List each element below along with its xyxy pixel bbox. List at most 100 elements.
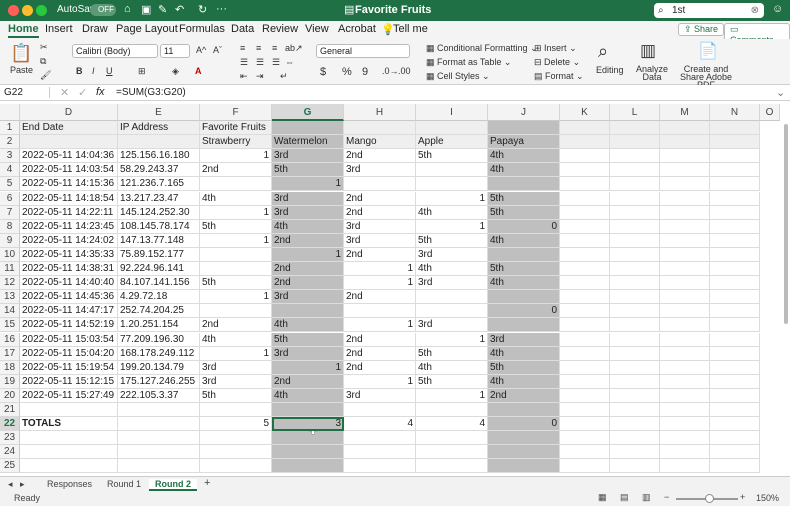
- orientation-icon[interactable]: ab↗: [285, 43, 303, 54]
- cell[interactable]: [20, 135, 118, 150]
- cell[interactable]: 1: [200, 233, 272, 248]
- align-right-icon[interactable]: ☰: [272, 57, 280, 68]
- cell[interactable]: 2022-05-11 14:03:54: [20, 163, 118, 178]
- tab-insert[interactable]: Insert: [45, 23, 73, 35]
- cell[interactable]: 5th: [416, 233, 488, 248]
- cell[interactable]: [20, 431, 118, 446]
- bold-button[interactable]: B: [76, 66, 83, 76]
- cell[interactable]: 1: [200, 346, 272, 361]
- cell[interactable]: 2022-05-11 14:18:54: [20, 191, 118, 206]
- cell[interactable]: [560, 219, 610, 234]
- column-header[interactable]: I: [416, 104, 488, 121]
- cell[interactable]: [560, 403, 610, 418]
- cell[interactable]: [118, 417, 200, 432]
- cell[interactable]: [344, 177, 416, 192]
- cell[interactable]: End Date: [20, 121, 118, 136]
- cell[interactable]: [710, 247, 760, 262]
- cell[interactable]: 4th: [200, 332, 272, 347]
- cell[interactable]: 4th: [272, 388, 344, 403]
- cell[interactable]: 2022-05-11 14:24:02: [20, 233, 118, 248]
- cell[interactable]: [710, 219, 760, 234]
- cell[interactable]: TOTALS: [20, 417, 118, 432]
- cell[interactable]: [610, 332, 660, 347]
- close-window-icon[interactable]: [8, 5, 19, 16]
- cell[interactable]: [710, 121, 760, 136]
- cell[interactable]: 84.107.141.156: [118, 276, 200, 291]
- name-box[interactable]: G22: [4, 87, 50, 98]
- cell[interactable]: [416, 445, 488, 460]
- cell[interactable]: [488, 247, 560, 262]
- cell[interactable]: 4th: [488, 163, 560, 178]
- cell[interactable]: 5th: [272, 332, 344, 347]
- cell[interactable]: [272, 459, 344, 474]
- cell[interactable]: Mango: [344, 135, 416, 150]
- row-header[interactable]: 2: [0, 135, 20, 150]
- cell[interactable]: 4th: [416, 360, 488, 375]
- column-header[interactable]: L: [610, 104, 660, 121]
- cell[interactable]: 75.89.152.177: [118, 247, 200, 262]
- cell[interactable]: 1: [200, 205, 272, 220]
- cell[interactable]: [560, 233, 610, 248]
- editing-button[interactable]: Editing: [596, 65, 624, 75]
- cell[interactable]: [660, 431, 710, 446]
- cell[interactable]: [710, 346, 760, 361]
- save-icon[interactable]: ▣: [141, 3, 151, 16]
- cell[interactable]: 125.156.16.180: [118, 149, 200, 164]
- cell[interactable]: 3rd: [272, 149, 344, 164]
- tab-data[interactable]: Data: [231, 23, 254, 35]
- tab-review[interactable]: Review: [262, 23, 298, 35]
- row-header[interactable]: 23: [0, 431, 20, 446]
- cell[interactable]: [560, 135, 610, 150]
- confirm-formula-icon[interactable]: ✓: [78, 86, 87, 99]
- cell[interactable]: [488, 318, 560, 333]
- cell[interactable]: [560, 318, 610, 333]
- row-header[interactable]: 20: [0, 388, 20, 403]
- cell[interactable]: Apple: [416, 135, 488, 150]
- row-header[interactable]: 22: [0, 417, 20, 432]
- underline-button[interactable]: U: [106, 66, 113, 76]
- page-layout-view-icon[interactable]: ▤: [620, 492, 629, 503]
- account-icon[interactable]: ☺: [772, 3, 783, 15]
- format-cells-button[interactable]: ▤ Format ⌄: [534, 71, 584, 82]
- cell[interactable]: 4th: [488, 346, 560, 361]
- cell[interactable]: 4th: [488, 276, 560, 291]
- cell[interactable]: [710, 177, 760, 192]
- tab-home[interactable]: Home: [8, 23, 39, 38]
- cell[interactable]: 222.105.3.37: [118, 388, 200, 403]
- cell[interactable]: [416, 177, 488, 192]
- tab-page-layout[interactable]: Page Layout: [116, 23, 178, 35]
- cell[interactable]: 2nd: [344, 360, 416, 375]
- cell[interactable]: 4th: [416, 205, 488, 220]
- format-as-table-button[interactable]: ▦ Format as Table ⌄: [426, 57, 511, 68]
- italic-button[interactable]: I: [92, 66, 95, 76]
- currency-button[interactable]: $: [320, 66, 326, 78]
- cell[interactable]: 2022-05-11 14:47:17: [20, 304, 118, 319]
- cell[interactable]: [660, 121, 710, 136]
- cell[interactable]: 2nd: [488, 388, 560, 403]
- cell[interactable]: [660, 332, 710, 347]
- cell[interactable]: [416, 163, 488, 178]
- cell[interactable]: [610, 233, 660, 248]
- cell[interactable]: Strawberry: [200, 135, 272, 150]
- cell[interactable]: [710, 290, 760, 305]
- row-header[interactable]: 4: [0, 163, 20, 178]
- cell[interactable]: [710, 403, 760, 418]
- cell[interactable]: [660, 403, 710, 418]
- cell[interactable]: 2022-05-11 14:22:11: [20, 205, 118, 220]
- decrease-indent-icon[interactable]: ⇤: [240, 71, 248, 82]
- cell[interactable]: [610, 121, 660, 136]
- column-header[interactable]: K: [560, 104, 610, 121]
- cell[interactable]: [660, 374, 710, 389]
- row-header[interactable]: 17: [0, 346, 20, 361]
- cell[interactable]: 1: [416, 191, 488, 206]
- align-left-icon[interactable]: ☰: [240, 57, 248, 68]
- cell[interactable]: [660, 219, 710, 234]
- tab-acrobat[interactable]: Acrobat: [338, 23, 376, 35]
- cell[interactable]: 2022-05-11 14:04:36: [20, 149, 118, 164]
- cell[interactable]: [416, 403, 488, 418]
- cell[interactable]: 1: [344, 262, 416, 277]
- sheet-tab-responses[interactable]: Responses: [47, 479, 92, 489]
- cell[interactable]: [416, 431, 488, 446]
- cell[interactable]: 2nd: [344, 149, 416, 164]
- cell[interactable]: 1: [416, 332, 488, 347]
